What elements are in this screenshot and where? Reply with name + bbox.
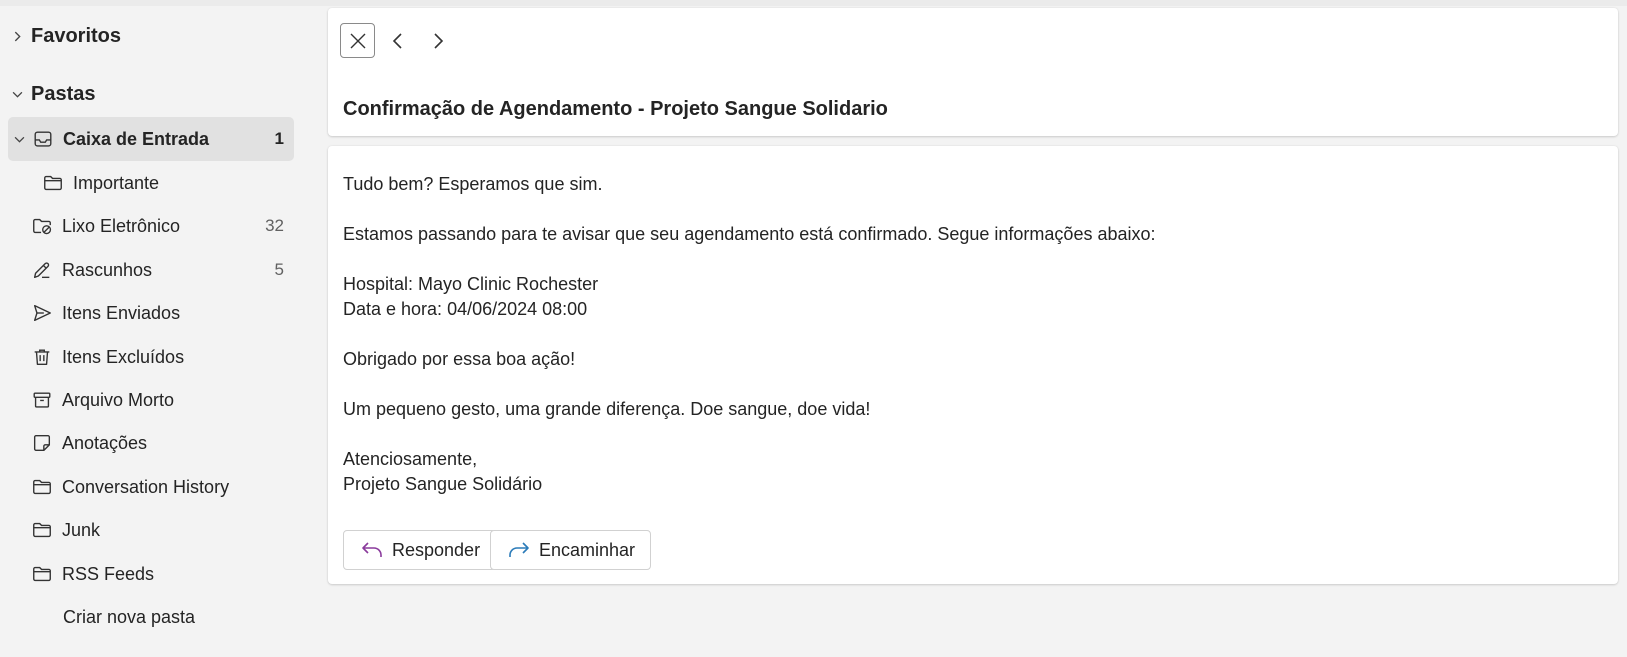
- sidebar-item-arquivo-morto[interactable]: Arquivo Morto: [8, 378, 294, 422]
- pencil-icon: [30, 258, 54, 282]
- message-body: Tudo bem? Esperamos que sim. Estamos pas…: [343, 172, 1156, 497]
- favorites-label: Favoritos: [31, 24, 122, 47]
- body-greeting: Tudo bem? Esperamos que sim.: [343, 174, 603, 194]
- junk-folder-icon: [30, 214, 54, 238]
- body-hospital: Hospital: Mayo Clinic Rochester: [343, 274, 599, 294]
- folders-label: Pastas: [31, 82, 96, 105]
- close-button[interactable]: [340, 23, 375, 58]
- sidebar-item-rss-feeds[interactable]: RSS Feeds: [8, 552, 294, 596]
- folders-header[interactable]: Pastas: [12, 78, 96, 110]
- folder-icon: [30, 475, 54, 499]
- item-count: 5: [274, 260, 284, 279]
- body-slogan: Um pequeno gesto, uma grande diferença. …: [343, 399, 871, 419]
- sidebar-item-label: Itens Excluídos: [62, 346, 185, 367]
- chevron-left-icon: [392, 32, 402, 49]
- forward-button[interactable]: Encaminhar: [490, 530, 652, 570]
- body-closing: Atenciosamente,: [343, 449, 478, 469]
- sidebar-item-label: Anotações: [62, 432, 148, 453]
- create-folder-link[interactable]: Criar nova pasta: [8, 595, 294, 639]
- message-subject: Confirmação de Agendamento - Projeto San…: [343, 98, 888, 120]
- previous-message-button[interactable]: [380, 23, 415, 58]
- body-signature: Projeto Sangue Solidário: [343, 474, 543, 494]
- sidebar-item-importante[interactable]: Importante: [8, 161, 294, 205]
- favorites-header[interactable]: Favoritos: [12, 20, 121, 52]
- body-intro: Estamos passando para te avisar que seu …: [343, 224, 1156, 244]
- unread-count: 1: [274, 129, 284, 148]
- chevron-right-icon: [12, 31, 23, 42]
- folder-icon: [41, 171, 65, 195]
- sidebar-item-itens-excluidos[interactable]: Itens Excluídos: [8, 335, 294, 379]
- message-body-card: Tudo bem? Esperamos que sim. Estamos pas…: [328, 146, 1618, 584]
- sidebar-item-rascunhos[interactable]: Rascunhos 5: [8, 248, 294, 292]
- sidebar-item-anotacoes[interactable]: Anotações: [8, 421, 294, 465]
- sidebar-item-lixo-eletronico[interactable]: Lixo Eletrônico 32: [8, 204, 294, 248]
- reply-button[interactable]: Responder: [343, 530, 497, 570]
- folder-pane: Favoritos Pastas Caixa de Entrada 1 Impo…: [0, 6, 300, 657]
- sidebar-item-label: Lixo Eletrônico: [62, 215, 181, 236]
- reply-icon: [362, 542, 382, 557]
- trash-icon: [30, 345, 54, 369]
- chevron-right-icon: [433, 32, 443, 49]
- folder-icon: [30, 562, 54, 586]
- folder-icon: [30, 518, 54, 542]
- sidebar-item-label: Itens Enviados: [62, 302, 181, 323]
- body-datetime: Data e hora: 04/06/2024 08:00: [343, 299, 588, 319]
- sidebar-item-label: RSS Feeds: [62, 563, 155, 584]
- body-thanks: Obrigado por essa boa ação!: [343, 349, 576, 369]
- message-header: Confirmação de Agendamento - Projeto San…: [328, 8, 1618, 136]
- sidebar-item-conversation-history[interactable]: Conversation History: [8, 465, 294, 509]
- send-icon: [30, 301, 54, 325]
- note-icon: [30, 431, 54, 455]
- forward-icon: [509, 542, 529, 557]
- archive-icon: [30, 388, 54, 412]
- forward-label: Encaminhar: [539, 539, 636, 560]
- create-folder-label: Criar nova pasta: [63, 606, 196, 627]
- next-message-button[interactable]: [420, 23, 455, 58]
- close-icon: [350, 33, 365, 48]
- sidebar-item-label: Arquivo Morto: [62, 389, 175, 410]
- sidebar-item-label: Importante: [73, 172, 160, 193]
- sidebar-item-itens-enviados[interactable]: Itens Enviados: [8, 291, 294, 335]
- sidebar-item-junk[interactable]: Junk: [8, 508, 294, 552]
- sidebar-item-inbox[interactable]: Caixa de Entrada 1: [8, 117, 294, 161]
- sidebar-item-label: Conversation History: [62, 476, 230, 497]
- chevron-down-icon[interactable]: [14, 134, 25, 145]
- reply-label: Responder: [392, 539, 481, 560]
- sidebar-item-label: Rascunhos: [62, 259, 153, 280]
- sidebar-item-label: Caixa de Entrada: [63, 128, 210, 149]
- item-count: 32: [265, 216, 284, 235]
- chevron-down-icon: [12, 89, 23, 100]
- sidebar-item-label: Junk: [62, 519, 101, 540]
- inbox-icon: [31, 127, 55, 151]
